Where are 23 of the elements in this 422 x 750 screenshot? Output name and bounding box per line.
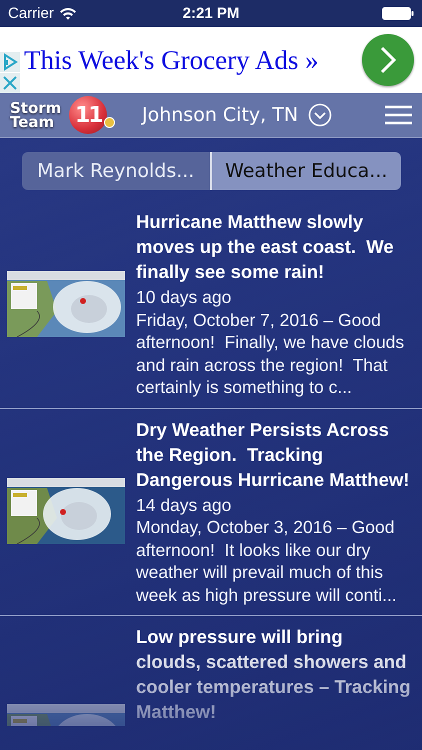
- article-title[interactable]: Low pressure will bring clouds, scattered showers and cooler temperatures – Tracking Matthew!: [136, 624, 412, 724]
- article-age: 10 days ago: [136, 286, 232, 308]
- logo-number: 11: [75, 102, 102, 128]
- chevron-down-icon[interactable]: [308, 103, 332, 127]
- article-title[interactable]: Dry Weather Persists Across the Region. Tracking Dangerous Hurricane Matthew!: [136, 416, 412, 492]
- ad-choices-icon[interactable]: [0, 52, 20, 72]
- clock-time: 2:21 PM: [182, 5, 240, 22]
- logo-text: Storm: [10, 101, 62, 115]
- segment-tab[interactable]: Mark Reynolds...: [22, 152, 210, 190]
- wifi-icon: [58, 7, 77, 20]
- carrier-label: Carrier: [8, 5, 54, 22]
- menu-button[interactable]: [385, 105, 412, 125]
- article-age: 14 days ago: [136, 494, 232, 516]
- logo-eye-icon: [104, 117, 116, 128]
- segment-tab[interactable]: Weather Educa...: [210, 152, 400, 190]
- logo-text: Team: [10, 115, 54, 129]
- battery-icon: [382, 7, 414, 20]
- close-icon[interactable]: [0, 73, 20, 93]
- article-title[interactable]: Hurricane Matthew slowly moves up the east coast. We finally see some rain!: [136, 209, 412, 284]
- article-summary: Monday, October 3, 2016 – Good afternoon! It looks like our dry weather will prevail much of this week as high pressure will conti...: [136, 516, 398, 606]
- article-summary: Friday, October 7, 2016 – Good afternoon! Finally, we have clouds and rain across the region! That certainly is something to c...: [136, 308, 406, 398]
- ad-go-button[interactable]: [362, 34, 414, 86]
- location-label[interactable]: Johnson City, TN: [142, 104, 298, 126]
